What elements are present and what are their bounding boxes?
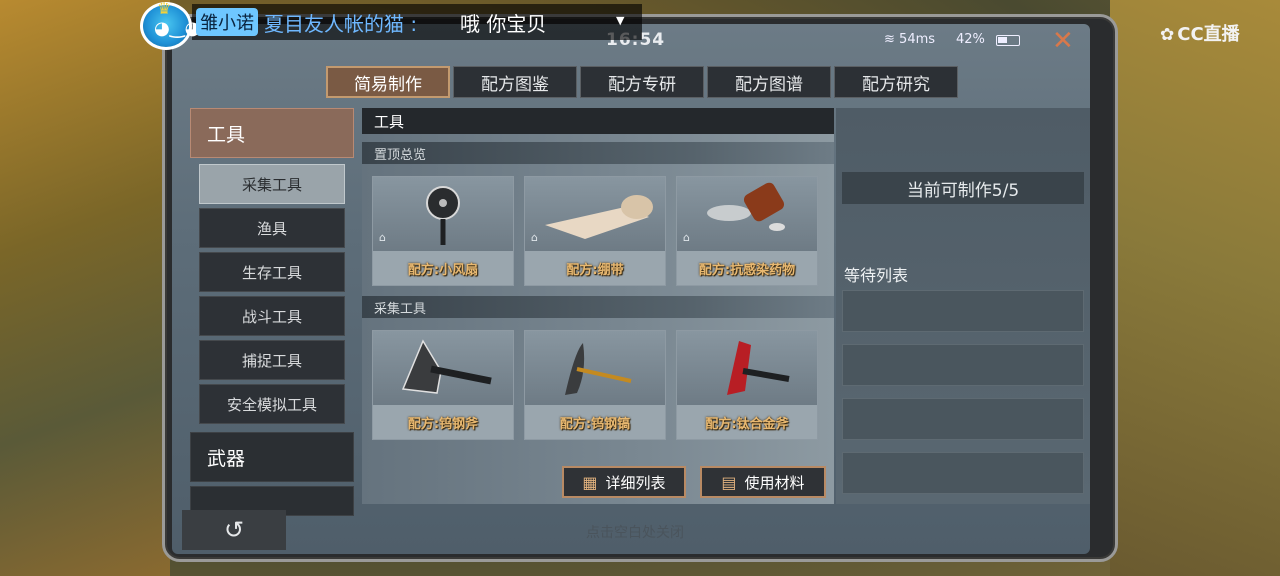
subcategory-survival[interactable]: 生存工具 — [199, 252, 345, 292]
recipe-label: 配方:绷带 — [525, 251, 665, 285]
recipe-label: 配方:钨钢镐 — [525, 405, 665, 439]
subcategory-safety-sim[interactable]: 安全模拟工具 — [199, 384, 345, 424]
wifi-status: ≋ 54ms — [884, 32, 935, 47]
back-arrow-icon: ↺ — [223, 516, 245, 544]
chat-message: 哦 你宝贝 — [460, 12, 547, 36]
bandage-image — [525, 177, 665, 251]
craft-count: 当前可制作5/5 — [842, 172, 1084, 204]
avatar: ♛ ◕‿◕ — [140, 0, 200, 50]
tier-icon: ⌂ — [683, 231, 690, 244]
queue-panel: 当前可制作5/5 等待列表 — [836, 108, 1090, 504]
recipe-card-bandage[interactable]: ⌂ 配方:绷带 — [524, 176, 666, 286]
battery-icon — [996, 35, 1020, 46]
tier-icon: ⌂ — [379, 231, 386, 244]
recipe-card-tungsten-pick[interactable]: 配方:钨钢镐 — [524, 330, 666, 440]
tab-recipe-study[interactable]: 配方专研 — [580, 66, 704, 98]
subcategory-capture[interactable]: 捕捉工具 — [199, 340, 345, 380]
category-tools[interactable]: 工具 — [190, 108, 354, 158]
use-material-button[interactable]: ▤ 使用材料 — [700, 466, 826, 498]
recipe-panel: 工具 置顶总览 ⌂ 配方:小风扇 ⌂ 配方:绷带 ⌂ 配方:抗感染药物 采集工具… — [362, 108, 834, 504]
wifi-icon: ≋ — [884, 32, 895, 47]
tab-recipe-atlas[interactable]: 配方图谱 — [707, 66, 831, 98]
logo-text: CC直播 — [1177, 24, 1240, 45]
wait-list-label: 等待列表 — [844, 266, 909, 285]
section-pinned: 置顶总览 — [362, 142, 834, 164]
crown-icon: ♛ — [157, 0, 172, 18]
subcategory-gather-tools[interactable]: 采集工具 — [199, 164, 345, 204]
recipe-label: 配方:钛合金斧 — [677, 405, 817, 439]
close-icon[interactable]: ✕ — [1052, 26, 1074, 56]
tab-recipe-guide[interactable]: 配方图鉴 — [453, 66, 577, 98]
background-left — [0, 0, 170, 576]
recipe-card-fan[interactable]: ⌂ 配方:小风扇 — [372, 176, 514, 286]
wait-slot[interactable] — [842, 452, 1084, 494]
recipe-card-tungsten-axe[interactable]: 配方:钨钢斧 — [372, 330, 514, 440]
paw-icon: ✿ — [1160, 25, 1175, 45]
section-gather: 采集工具 — [362, 296, 834, 318]
background-right — [1110, 0, 1280, 576]
wait-slot[interactable] — [842, 344, 1084, 386]
grid-icon: ▦ — [582, 472, 598, 492]
battery-percent: 42% — [956, 32, 985, 47]
tier-icon: ⌂ — [531, 231, 538, 244]
face-icon: ◕‿◕ — [154, 18, 201, 39]
wait-slot[interactable] — [842, 398, 1084, 440]
craft-tabs: 简易制作 配方图鉴 配方专研 配方图谱 配方研究 — [326, 66, 958, 98]
list-icon: ▤ — [721, 472, 737, 492]
tab-simple-craft[interactable]: 简易制作 — [326, 66, 450, 98]
cc-live-logo: ✿ CC直播 — [1160, 20, 1240, 46]
chat-username: 夏目友人帐的猫 : — [264, 12, 418, 36]
close-hint: 点击空白处关闭 — [586, 525, 684, 541]
use-material-label: 使用材料 — [744, 473, 805, 492]
subcategory-fishing[interactable]: 渔具 — [199, 208, 345, 248]
category-weapons[interactable]: 武器 — [190, 432, 354, 482]
titanium-axe-image — [677, 331, 817, 405]
recipe-label: 配方:抗感染药物 — [677, 251, 817, 285]
detail-list-label: 详细列表 — [605, 473, 666, 492]
tab-recipe-research[interactable]: 配方研究 — [834, 66, 958, 98]
chat-badge-name: 雏小诺 — [196, 8, 258, 36]
tungsten-pick-image — [525, 331, 665, 405]
crafting-screen: 16:54 ≋ 54ms 42% ✕ 简易制作 配方图鉴 配方专研 配方图谱 配… — [172, 24, 1090, 554]
fan-image — [373, 177, 513, 251]
recipe-label: 配方:钨钢斧 — [373, 405, 513, 439]
panel-header: 工具 — [362, 108, 834, 134]
back-button[interactable]: ↺ — [182, 510, 286, 550]
tungsten-axe-image — [373, 331, 513, 405]
wifi-latency: 54ms — [899, 32, 936, 47]
recipe-card-titanium-axe[interactable]: 配方:钛合金斧 — [676, 330, 818, 440]
wait-slot[interactable] — [842, 290, 1084, 332]
chevron-down-icon[interactable]: ▼ — [616, 14, 624, 27]
subcategory-combat[interactable]: 战斗工具 — [199, 296, 345, 336]
recipe-card-medicine[interactable]: ⌂ 配方:抗感染药物 — [676, 176, 818, 286]
medicine-image — [677, 177, 817, 251]
recipe-label: 配方:小风扇 — [373, 251, 513, 285]
detail-list-button[interactable]: ▦ 详细列表 — [562, 466, 686, 498]
